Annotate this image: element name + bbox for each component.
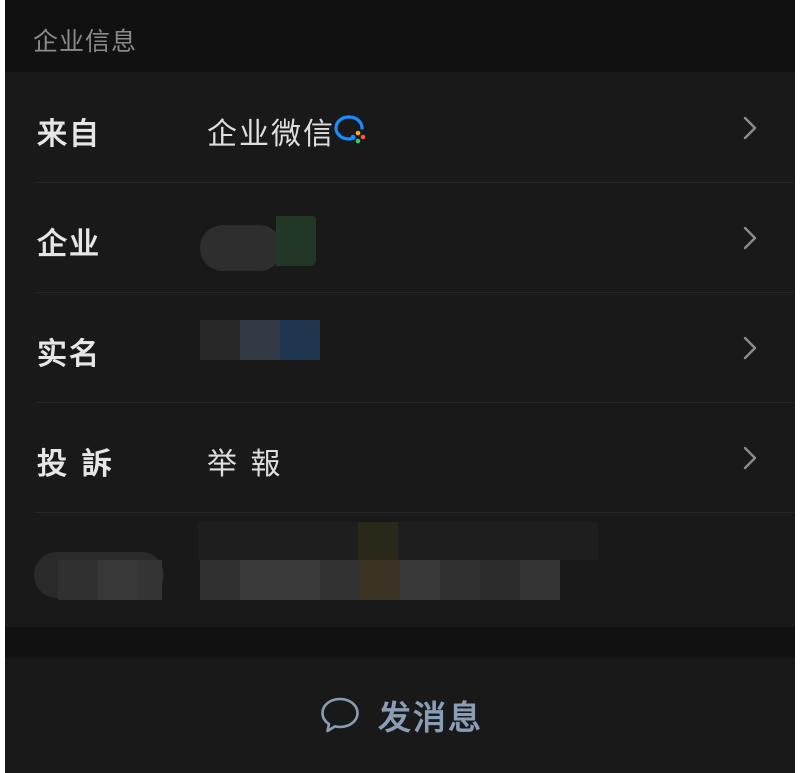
enterprise-info-screen: 企业信息 来自 企业微信 企业 实名 投 訴 举 報 发消息: [5, 0, 795, 773]
chevron-right-icon: [743, 226, 757, 250]
row-enterprise-label: 企业: [37, 227, 101, 262]
wecom-logo-icon: [334, 115, 366, 144]
row-enterprise[interactable]: 企业: [5, 183, 795, 293]
redacted-realname: [200, 320, 320, 360]
section-header: 企业信息: [5, 0, 795, 73]
info-list: 来自 企业微信 企业 实名 投 訴 举 報: [5, 73, 795, 627]
row-divider: [35, 512, 795, 513]
section-title: 企业信息: [33, 27, 138, 56]
section-gap: [5, 627, 795, 658]
send-message-button[interactable]: 发消息: [318, 690, 483, 740]
row-complaint-value: 举 報: [207, 447, 283, 482]
bottom-bar: 发消息: [5, 658, 795, 773]
row-from-value: 企业微信: [207, 117, 335, 152]
redacted-enterprise-name: [200, 213, 320, 275]
row-from-label: 来自: [37, 117, 101, 152]
row-realname[interactable]: 实名: [5, 293, 795, 403]
chevron-right-icon: [743, 336, 757, 360]
row-complaint-label: 投 訴: [37, 447, 114, 482]
row-complaint[interactable]: 投 訴 举 報: [5, 403, 795, 513]
chevron-right-icon: [743, 116, 757, 140]
chevron-right-icon: [743, 446, 757, 470]
chat-bubble-icon: [321, 697, 359, 733]
redacted-notice: [30, 518, 598, 618]
row-from[interactable]: 来自 企业微信: [5, 73, 795, 183]
row-realname-label: 实名: [37, 337, 101, 372]
send-message-label: 发消息: [378, 698, 483, 737]
